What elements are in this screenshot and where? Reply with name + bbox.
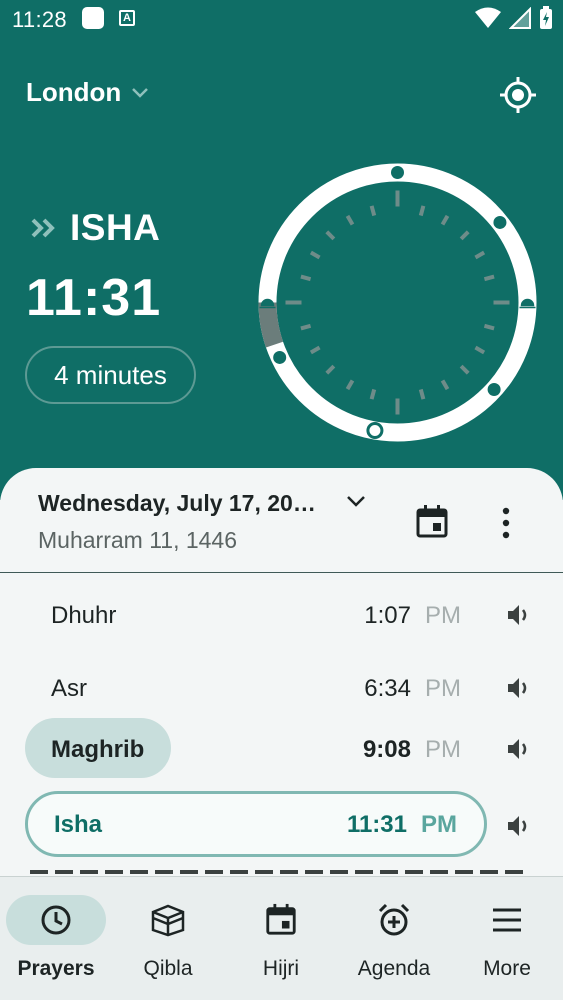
prayer-row-isha[interactable]: Isha 11:31 PM <box>0 791 563 857</box>
nav-item-agenda[interactable]: Agenda <box>338 895 450 995</box>
city-selector[interactable]: London <box>26 77 149 108</box>
nav-item-more[interactable]: More <box>451 895 563 995</box>
status-bar: 11:28 A <box>0 0 563 40</box>
dial-tick <box>459 364 470 375</box>
gregorian-date[interactable]: Wednesday, July 17, 20… <box>38 490 316 517</box>
prayer-marker-dot <box>391 166 404 179</box>
nav-label: Hijri <box>262 957 300 980</box>
wifi-icon <box>475 7 501 28</box>
dial-progress <box>258 302 284 348</box>
dial-tick <box>369 388 377 400</box>
prayer-row-dhuhr[interactable]: Dhuhr 1:07 PM <box>0 584 563 648</box>
dial-tick <box>474 345 486 355</box>
speaker-icon[interactable] <box>506 675 532 701</box>
prayer-marker-dot <box>493 215 507 229</box>
kaaba-icon <box>151 904 185 937</box>
nav-item-hijri[interactable]: Hijri <box>225 895 337 995</box>
divider <box>0 572 563 573</box>
chevron-down-icon <box>132 87 149 98</box>
dial-tick <box>459 230 470 241</box>
current-prayer-name: ISHA <box>70 207 161 248</box>
prayer-row-maghrib[interactable]: Maghrib 9:08 PM <box>0 718 563 782</box>
dial-tick <box>345 379 355 391</box>
prayer-ampm: PM <box>425 602 461 629</box>
prayer-marker-dot <box>487 382 501 396</box>
dial-tick <box>369 205 377 217</box>
dial-tick <box>325 364 336 375</box>
more-vert-icon[interactable] <box>494 506 518 540</box>
prayer-ampm: PM <box>421 811 457 838</box>
nav-label: More <box>483 957 531 980</box>
menu-icon <box>493 908 521 932</box>
speaker-icon[interactable] <box>506 602 532 628</box>
prayer-time: 9:08 <box>362 736 411 763</box>
prayer-row-asr[interactable]: Asr 6:34 PM <box>0 657 563 721</box>
dial-ring <box>258 163 537 442</box>
signal-icon <box>509 7 531 29</box>
current-time-marker <box>366 422 384 440</box>
dial-tick <box>345 214 355 226</box>
dial-tick <box>309 250 321 260</box>
prayer-ampm: PM <box>425 675 461 702</box>
nav-label: Agenda <box>357 957 431 980</box>
chevron-down-icon[interactable] <box>345 494 367 510</box>
current-prayer-time: 11:31 <box>26 269 162 327</box>
dial-tick <box>309 345 321 355</box>
dial-tick <box>474 250 486 260</box>
notification-letter-icon: A <box>119 10 135 26</box>
status-time: 11:28 <box>12 7 67 32</box>
prayer-name: Isha <box>54 811 103 838</box>
dial-tick <box>483 274 495 282</box>
prayer-time: 6:34 <box>364 675 411 702</box>
nav-item-prayers[interactable]: Prayers <box>0 895 112 995</box>
prayer-name: Maghrib <box>51 736 145 763</box>
dashed-separator <box>30 870 530 874</box>
current-prayer: ISHA <box>30 207 160 249</box>
nav-item-qibla[interactable]: Qibla <box>112 895 224 995</box>
nav-label: Prayers <box>17 957 95 980</box>
prayer-time: 1:07 <box>364 602 411 629</box>
battery-charging-icon <box>540 6 552 29</box>
time-remaining-chip: 4 minutes <box>25 346 196 404</box>
prayer-name: Dhuhr <box>51 602 117 629</box>
prayer-sheet: Wednesday, July 17, 20… Muharram 11, 144… <box>0 468 563 880</box>
city-name: London <box>26 77 122 107</box>
alarm-icon <box>378 903 410 936</box>
speaker-icon[interactable] <box>506 813 532 839</box>
speaker-icon[interactable] <box>506 736 532 762</box>
dial-tick <box>300 274 312 282</box>
prayer-name: Asr <box>51 675 87 702</box>
calendar-icon <box>266 903 296 935</box>
hijri-date: Muharram 11, 1446 <box>38 527 238 553</box>
prayer-clock-dial <box>258 163 537 442</box>
double-chevron-icon <box>31 218 55 238</box>
notification-icon <box>82 7 104 29</box>
nav-label: Qibla <box>143 957 193 980</box>
dial-tick <box>418 388 426 400</box>
dial-tick <box>440 214 450 226</box>
prayer-time: 11:31 <box>346 811 407 838</box>
clock-icon <box>41 905 71 935</box>
dial-tick <box>418 205 426 217</box>
calendar-icon[interactable] <box>414 504 450 540</box>
bottom-navigation: Prayers Qibla Hijri Agenda More <box>0 876 563 1000</box>
dial-tick <box>300 323 312 331</box>
dial-tick <box>483 323 495 331</box>
dial-tick <box>440 379 450 391</box>
prayer-marker-dot <box>273 350 287 364</box>
gps-locate-icon[interactable] <box>499 76 537 114</box>
prayer-ampm: PM <box>425 736 461 763</box>
dial-tick <box>325 230 336 241</box>
